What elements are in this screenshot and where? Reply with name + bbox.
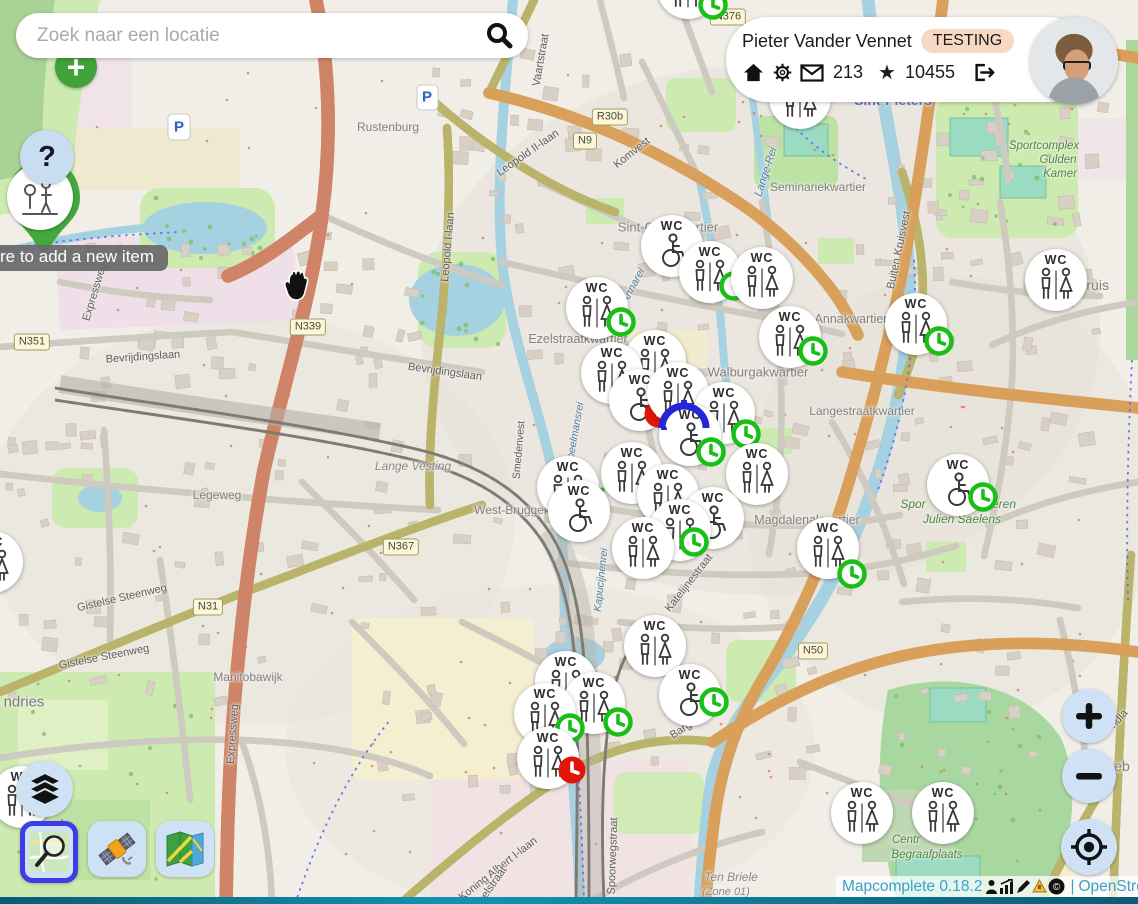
basemap-satellite-button[interactable] xyxy=(88,821,146,877)
search-icon[interactable] xyxy=(484,21,514,51)
bottom-accent-bar xyxy=(0,897,1138,904)
search-bar xyxy=(16,13,528,58)
user-name: Pieter Vander Vennet xyxy=(742,31,912,52)
layers-icon xyxy=(28,773,62,805)
attribution-separator: | xyxy=(1070,878,1074,896)
map-canvas[interactable] xyxy=(0,0,1138,904)
testing-badge: TESTING xyxy=(921,29,1014,53)
messages-count[interactable]: 213 xyxy=(833,62,863,83)
search-input[interactable] xyxy=(35,24,484,48)
messages-icon[interactable] xyxy=(800,64,824,82)
satellite-icon xyxy=(97,829,137,869)
attribution-app-version[interactable]: Mapcomplete 0.18.2 xyxy=(842,878,982,896)
layers-button[interactable] xyxy=(17,761,73,817)
edit-pencil-icon xyxy=(1016,879,1031,894)
star-icon: ★ xyxy=(878,64,896,82)
add-item-tooltip: re to add a new item xyxy=(0,245,168,271)
changesets-count[interactable]: 10455 xyxy=(905,62,955,83)
logout-icon[interactable] xyxy=(972,62,996,83)
attribution-icons: © xyxy=(985,878,1065,895)
settings-gear-icon[interactable] xyxy=(772,62,793,83)
svg-text:©: © xyxy=(1053,882,1061,893)
attribution-bar: Mapcomplete 0.18.2 © | OpenStreetMap xyxy=(836,876,1138,897)
contributor-icon xyxy=(985,879,998,895)
crosshair-icon xyxy=(1070,828,1108,866)
theme-logo-icon xyxy=(1032,879,1047,894)
geolocate-button[interactable] xyxy=(1061,819,1117,875)
basemap-map-button[interactable] xyxy=(156,821,214,877)
osm-map-icon xyxy=(28,830,70,874)
copyright-icon: © xyxy=(1048,878,1065,895)
basemap-style-row xyxy=(20,821,214,883)
plus-icon xyxy=(1074,701,1104,731)
basemap-osm-button[interactable] xyxy=(20,821,78,883)
zoom-in-button[interactable] xyxy=(1062,689,1116,743)
zoom-out-button[interactable] xyxy=(1062,749,1116,803)
attribution-osm-link[interactable]: OpenStreetMap xyxy=(1078,878,1138,896)
folded-map-icon xyxy=(165,831,205,867)
user-avatar[interactable] xyxy=(1030,17,1118,105)
hand-cursor-icon xyxy=(281,268,311,307)
minus-icon xyxy=(1074,761,1104,791)
help-button[interactable]: ? xyxy=(20,130,74,184)
home-icon[interactable] xyxy=(742,62,765,83)
blue-arc-marker[interactable] xyxy=(658,400,710,435)
statistics-icon xyxy=(999,879,1015,894)
mapcomplete-app: Brugge-Sint-PietersRustenburgSint-Gillis… xyxy=(0,0,1138,904)
